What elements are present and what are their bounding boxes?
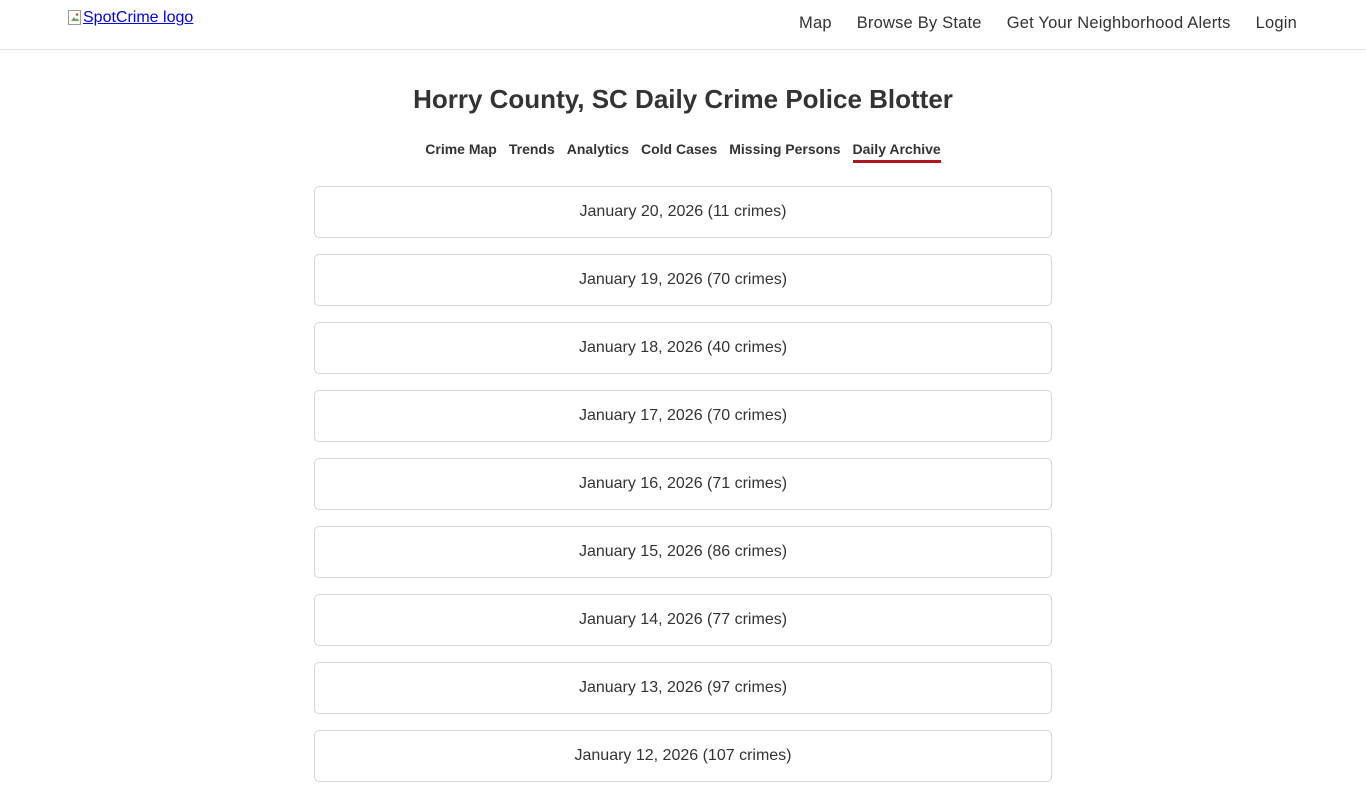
nav-neighborhood-alerts-link[interactable]: Get Your Neighborhood Alerts: [1007, 14, 1231, 33]
main-nav: Map Browse By State Get Your Neighborhoo…: [774, 14, 1297, 33]
tab-crime-map[interactable]: Crime Map: [425, 141, 497, 163]
archive-day-link[interactable]: January 17, 2026 (70 crimes): [314, 390, 1052, 442]
spotcrime-logo-link[interactable]: SpotCrime logo: [68, 9, 193, 27]
archive-day-link[interactable]: January 15, 2026 (86 crimes): [314, 526, 1052, 578]
archive-day-link[interactable]: January 18, 2026 (40 crimes): [314, 322, 1052, 374]
archive-day-link[interactable]: January 16, 2026 (71 crimes): [314, 458, 1052, 510]
daily-archive-list: January 20, 2026 (11 crimes) January 19,…: [314, 186, 1052, 798]
archive-day-link[interactable]: January 14, 2026 (77 crimes): [314, 594, 1052, 646]
county-tabs: Crime Map Trends Analytics Cold Cases Mi…: [0, 141, 1366, 163]
archive-day-link[interactable]: January 19, 2026 (70 crimes): [314, 254, 1052, 306]
archive-day-link[interactable]: January 12, 2026 (107 crimes): [314, 730, 1052, 782]
nav-login-link[interactable]: Login: [1256, 14, 1297, 33]
archive-day-link[interactable]: January 13, 2026 (97 crimes): [314, 662, 1052, 714]
logo-alt-text: SpotCrime logo: [83, 9, 194, 26]
nav-map-link[interactable]: Map: [799, 14, 832, 33]
page-title: Horry County, SC Daily Crime Police Blot…: [413, 84, 953, 114]
tab-cold-cases[interactable]: Cold Cases: [641, 141, 717, 163]
tab-analytics[interactable]: Analytics: [567, 141, 629, 163]
nav-browse-by-state-link[interactable]: Browse By State: [857, 14, 982, 33]
broken-image-icon: [68, 10, 82, 26]
archive-day-link[interactable]: January 20, 2026 (11 crimes): [314, 186, 1052, 238]
tab-missing-persons[interactable]: Missing Persons: [729, 141, 840, 163]
tab-daily-archive[interactable]: Daily Archive: [852, 141, 941, 163]
tab-trends[interactable]: Trends: [509, 141, 555, 163]
top-navbar: SpotCrime logo Map Browse By State Get Y…: [0, 0, 1366, 50]
